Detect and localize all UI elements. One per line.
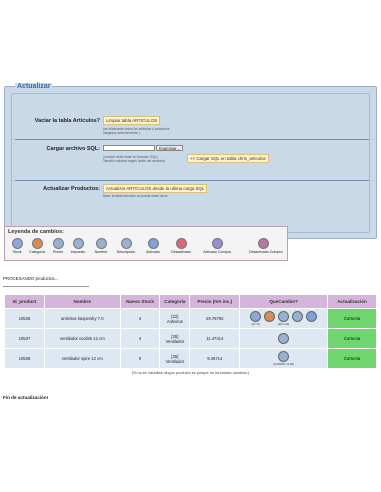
cell-status: Correcta [327, 348, 377, 369]
cell-status: Correcta [327, 308, 377, 329]
cell-price: 29.78792 [189, 308, 241, 329]
table-row: 10538 ventilador spire 12 cm 0 [35] Venti… [4, 348, 377, 369]
cargar-note-2: Tamaño máximo según límite del servidor) [103, 159, 165, 163]
table-row: 10536 antivirus kaspersky 7.0 4 [22] Anti… [4, 308, 377, 329]
header-name: Nombre [43, 294, 121, 309]
table-footer-note: (Si no se visualiza ningún producto es p… [4, 368, 377, 377]
cell-stock: 4 [119, 328, 161, 349]
cell-category: [35] Ventilador [159, 348, 191, 369]
cargar-label: Cargar archivo SQL: [46, 146, 101, 152]
price-icon [278, 333, 290, 344]
update-panel-title: Actualizar [15, 83, 53, 90]
price-icon [278, 311, 290, 322]
header-category: Categoría [159, 294, 191, 309]
change-legend: Leyenda de cambios: Stock Categoría Prec… [4, 226, 288, 261]
category-name: Ventilador [165, 358, 185, 364]
cell-id: 10538 [4, 348, 45, 369]
stock-icon [250, 311, 262, 322]
cell-stock: 4 [119, 308, 161, 329]
vaciar-label: Vaciar la tabla Artículos? [34, 118, 100, 124]
cell-id: 10537 [4, 328, 45, 349]
deactivated-icon [175, 238, 187, 249]
legend-item-purchase-activated: Activado Compra [203, 238, 231, 254]
separator-1 [15, 139, 369, 140]
name-icon [292, 311, 304, 322]
sql-file-input[interactable] [103, 145, 155, 151]
cell-category: [35] Ventilador [159, 328, 191, 349]
purchase-activated-icon [211, 238, 223, 249]
category-name: Ventilador [165, 338, 185, 344]
legend-item-name: Nombre [87, 238, 115, 254]
cell-price: 9.46714 [189, 348, 241, 369]
cell-changes: [9.00000=>0.00] [239, 348, 329, 369]
legend-title: Leyenda de cambios: [8, 229, 64, 235]
purchase-deactivated-icon [257, 238, 269, 249]
actualizar-label: Actualizar Productos: [43, 186, 100, 192]
category-name: Antivirus [166, 318, 183, 324]
header-changes: QueCambio? [239, 294, 329, 309]
table-footer-row: (Si no se visualiza ningún producto es p… [4, 368, 377, 377]
cell-status: Correcta [327, 328, 377, 349]
price-icon [52, 238, 64, 249]
category-icon [31, 238, 43, 249]
processing-separator [3, 286, 89, 287]
cell-changes: [4=>0] [22=>22] [239, 308, 329, 329]
activated-icon [306, 311, 318, 322]
browse-button[interactable]: Examinar... [156, 145, 183, 151]
finish-text: Fin de actualización! [3, 395, 49, 400]
separator-2 [15, 180, 369, 181]
results-table: Id_product Nombre Nuevo Stock Categoría … [4, 294, 377, 377]
header-id: Id_product [4, 294, 45, 309]
cell-id: 10536 [4, 308, 45, 329]
load-sql-button[interactable]: << Cargar SQL en tabla chris_articulos [187, 154, 269, 163]
name-icon [95, 238, 107, 249]
tax-icon [72, 238, 84, 249]
vaciar-note-2: cargados anteriormente.) [103, 131, 140, 135]
processing-text: PROCESANDO productos... [3, 276, 59, 281]
update-articles-button[interactable]: Actualizar ARTICULOS desde la ultima car… [103, 184, 208, 193]
price-icon [278, 351, 290, 362]
description-icon [120, 238, 132, 249]
cell-price: 11.47314 [189, 328, 241, 349]
activated-icon [147, 238, 159, 249]
header-price: Precio (IVA inc.) [189, 294, 241, 309]
legend-item-activated: Activado [139, 238, 167, 254]
clear-articles-button[interactable]: Limpiar tabla ARTICULOS [103, 116, 161, 125]
legend-item-description: Descripcion [112, 238, 140, 254]
header-update: Actualización [327, 294, 377, 309]
cell-name: ventilador spire 12 cm [43, 348, 121, 369]
stock-icon [11, 238, 23, 249]
cell-stock: 0 [119, 348, 161, 369]
cell-name: antivirus kaspersky 7.0 [43, 308, 121, 329]
table-header-row: Id_product Nombre Nuevo Stock Categoría … [4, 294, 377, 309]
actualizar-note: Nota: la tabla artículos no puede estar … [103, 194, 168, 198]
category-icon [264, 311, 276, 322]
cell-name: ventilador coolink 12 cm [43, 328, 121, 349]
table-row: 10537 ventilador coolink 12 cm 4 [35] Ven… [4, 328, 377, 349]
cell-category: [22] Antivirus [159, 308, 191, 329]
legend-item-deactivated: Desactivado [167, 238, 195, 254]
legend-item-purchase-deactivated: Desactivado Compra [249, 238, 283, 254]
cell-changes [239, 328, 329, 349]
update-panel-frame [11, 93, 370, 233]
header-stock: Nuevo Stock [119, 294, 161, 309]
update-panel: Actualizar Vaciar la tabla Artículos? Li… [4, 83, 377, 239]
